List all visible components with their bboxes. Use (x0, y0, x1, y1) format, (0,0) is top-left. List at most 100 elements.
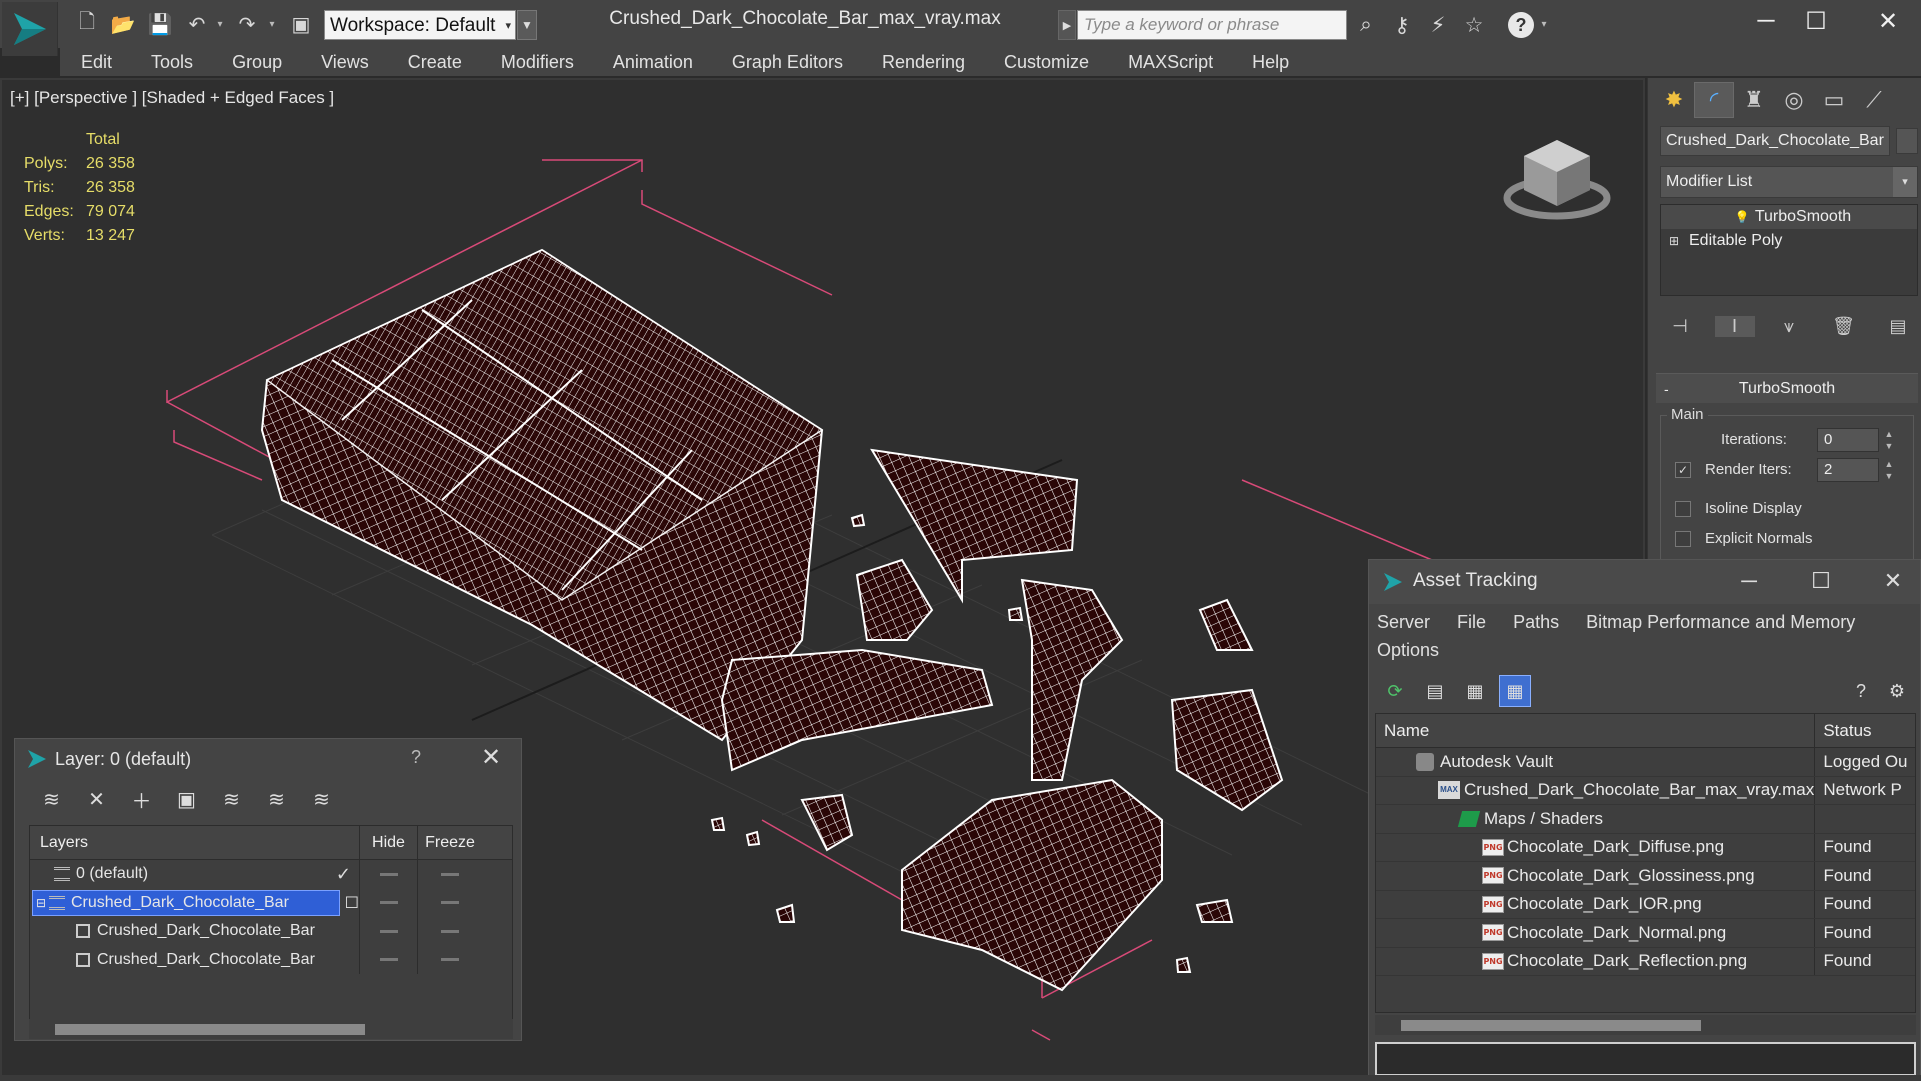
utilities-tab-icon[interactable]: ⟋ (1854, 82, 1894, 118)
freeze-toggle[interactable] (441, 901, 459, 905)
app-logo-icon[interactable] (2, 2, 58, 56)
hide-toggle[interactable] (379, 901, 398, 905)
menu-views[interactable]: Views (300, 52, 387, 73)
minimize-icon[interactable]: ─ (1738, 4, 1794, 38)
new-file-icon[interactable]: 🗋 (72, 9, 102, 39)
table-row[interactable]: PNG Chocolate_Dark_Diffuse.png Found (1376, 833, 1915, 862)
communication-center-icon[interactable]: ⚡ (1422, 10, 1454, 40)
close-icon[interactable]: ✕ (1860, 4, 1916, 38)
column-status[interactable]: Status (1815, 714, 1915, 747)
help-icon[interactable]: ? (1845, 675, 1877, 707)
close-icon[interactable]: ✕ (481, 743, 501, 772)
key-tools-icon[interactable]: ⚷ (1386, 10, 1418, 40)
redo-dropdown-icon[interactable]: ▾ (266, 13, 278, 35)
new-layer-icon[interactable]: ≋ (29, 783, 74, 815)
table-row[interactable]: MAX Crushed_Dark_Chocolate_Bar_max_vray.m… (1376, 776, 1915, 805)
table-row[interactable]: Maps / Shaders (1376, 805, 1915, 834)
save-file-icon[interactable]: 💾 (145, 9, 175, 39)
make-unique-icon[interactable]: ⩛ (1769, 316, 1809, 337)
hierarchy-tab-icon[interactable]: ♜ (1734, 82, 1774, 118)
asset-tracking-titlebar[interactable]: Asset Tracking ─ ☐ ✕ (1369, 560, 1920, 604)
menu-server[interactable]: Server (1377, 612, 1430, 632)
search-expand-icon[interactable]: ▶ (1058, 10, 1076, 40)
freeze-toggle[interactable] (441, 872, 459, 876)
freeze-toggle[interactable] (441, 958, 459, 962)
selected-layer-highlight[interactable]: ⊟ Crushed_Dark_Chocolate_Bar (32, 889, 340, 916)
highlight-selected-icon[interactable]: ≋ (209, 783, 254, 815)
bulb-icon[interactable]: 💡 (1735, 210, 1755, 224)
object-color-swatch[interactable] (1896, 128, 1918, 154)
menu-modifiers[interactable]: Modifiers (480, 52, 592, 73)
layer-row[interactable]: Crushed_Dark_Chocolate_Bar (30, 917, 512, 946)
help-icon[interactable]: ? (411, 747, 421, 768)
menu-options[interactable]: Options (1377, 640, 1439, 660)
settings-help-icon[interactable]: ⚙ (1881, 675, 1913, 707)
hide-toggle[interactable] (379, 872, 398, 876)
render-iters-spinner[interactable]: 2 (1817, 458, 1879, 482)
table-view-icon[interactable]: ▦ (1499, 675, 1531, 707)
project-folder-icon[interactable]: ▣ (286, 9, 316, 39)
expand-plus-icon[interactable]: ⊞ (1669, 234, 1689, 248)
horizontal-scrollbar[interactable] (29, 1019, 513, 1039)
show-end-result-icon[interactable]: Ⅰ (1714, 315, 1755, 337)
viewport-label[interactable]: [+] [Perspective ] [Shaded + Edged Faces… (10, 88, 334, 108)
list-view-icon[interactable]: ▤ (1419, 675, 1451, 707)
column-layers[interactable]: Layers (30, 826, 360, 859)
undo-dropdown-icon[interactable]: ▾ (214, 13, 226, 35)
delete-layer-icon[interactable]: ✕ (74, 783, 119, 815)
freeze-toggle[interactable] (441, 929, 459, 933)
stack-item-editable-poly[interactable]: ⊞ Editable Poly (1661, 229, 1917, 253)
workspace-menu-icon[interactable]: ▼ (517, 10, 537, 40)
column-freeze[interactable]: Freeze (418, 826, 482, 859)
open-file-icon[interactable]: 📂 (108, 9, 138, 39)
add-to-layer-icon[interactable]: ＋ (119, 783, 164, 815)
layer-row[interactable]: 0 (default) ✓ (30, 860, 512, 889)
object-name-field[interactable]: Crushed_Dark_Chocolate_Bar (1660, 126, 1890, 156)
redo-icon[interactable]: ↷ (232, 9, 262, 39)
undo-icon[interactable]: ↶ (182, 9, 212, 39)
menu-help[interactable]: Help (1231, 52, 1307, 73)
table-row[interactable]: PNG Chocolate_Dark_IOR.png Found (1376, 890, 1915, 919)
menu-file[interactable]: File (1457, 612, 1486, 632)
menu-maxscript[interactable]: MAXScript (1107, 52, 1231, 73)
workspace-dropdown[interactable]: Workspace: Default ▾ (324, 10, 516, 40)
search-input[interactable] (1077, 10, 1347, 40)
hide-toggle[interactable] (379, 929, 398, 933)
maximize-icon[interactable]: ☐ (1801, 566, 1841, 596)
layer-explorer-titlebar[interactable]: Layer: 0 (default) ? ✕ (15, 739, 521, 779)
layer-properties-icon[interactable]: ≋ (299, 783, 344, 815)
menu-graph-editors[interactable]: Graph Editors (711, 52, 861, 73)
menu-bitmap-performance[interactable]: Bitmap Performance and Memory (1586, 612, 1855, 632)
scrollbar-thumb[interactable] (1401, 1020, 1701, 1031)
help-icon[interactable]: ? (1508, 12, 1534, 38)
horizontal-scrollbar[interactable] (1375, 1015, 1916, 1035)
pin-stack-icon[interactable]: ⊣ (1660, 316, 1700, 337)
set-current-icon[interactable]: ☐ (345, 893, 359, 913)
remove-modifier-icon[interactable]: 🗑 (1824, 316, 1864, 337)
isoline-display-checkbox[interactable] (1675, 501, 1691, 517)
scrollbar-thumb[interactable] (55, 1024, 365, 1035)
menu-tools[interactable]: Tools (130, 52, 211, 73)
modify-tab-icon[interactable]: ◜ (1694, 82, 1734, 118)
stack-item-turbosmooth[interactable]: 💡 TurboSmooth (1661, 205, 1917, 229)
column-hide[interactable]: Hide (360, 826, 418, 859)
menu-create[interactable]: Create (387, 52, 480, 73)
layer-row[interactable]: Crushed_Dark_Chocolate_Bar (30, 945, 512, 974)
minimize-icon[interactable]: ─ (1729, 566, 1769, 596)
table-row[interactable]: Autodesk Vault Logged Ou (1376, 748, 1915, 777)
binoculars-icon[interactable]: ⌕ (1350, 10, 1382, 40)
column-name[interactable]: Name (1376, 714, 1816, 747)
collapse-icon[interactable]: ⊟ (33, 896, 49, 910)
table-row[interactable]: PNG Chocolate_Dark_Glossiness.png Found (1376, 862, 1915, 891)
spinner-arrows-icon[interactable]: ▲ ▼ (1883, 458, 1895, 482)
render-iters-checkbox[interactable]: ✓ (1675, 462, 1691, 478)
help-dropdown-icon[interactable]: ▾ (1538, 13, 1550, 35)
maximize-icon[interactable]: ☐ (1788, 4, 1844, 38)
menu-edit[interactable]: Edit (60, 52, 130, 73)
menu-rendering[interactable]: Rendering (861, 52, 983, 73)
create-tab-icon[interactable]: ✸ (1654, 82, 1694, 118)
menu-group[interactable]: Group (211, 52, 300, 73)
table-row[interactable]: PNG Chocolate_Dark_Reflection.png Found (1376, 947, 1915, 976)
current-layer-check-icon[interactable]: ✓ (336, 864, 351, 885)
display-tab-icon[interactable]: ▭ (1814, 82, 1854, 118)
